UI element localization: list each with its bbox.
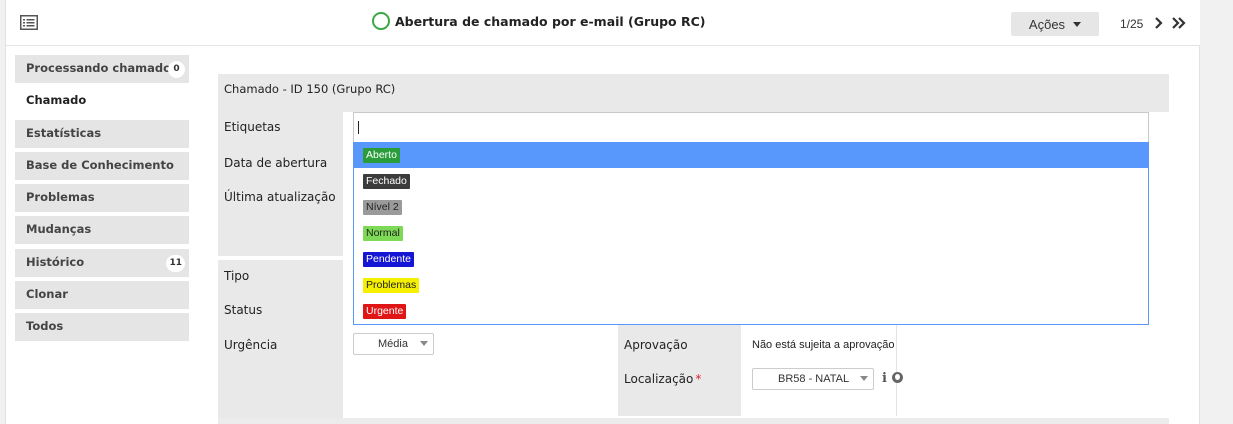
tag-chip: Urgente: [363, 304, 407, 319]
chevron-down-icon: [1073, 21, 1082, 27]
tags-label: Etiquetas: [224, 120, 281, 134]
chevron-down-icon: [420, 341, 428, 346]
tag-option[interactable]: Pendente: [354, 246, 1148, 272]
tag-chip: Pendente: [363, 252, 414, 267]
globe-icon[interactable]: [892, 372, 903, 383]
sidebar-item-label: Chamado: [26, 93, 87, 108]
tag-option[interactable]: Urgente: [354, 298, 1148, 324]
urgency-value: Média: [378, 338, 408, 350]
required-mark: *: [695, 372, 702, 386]
tag-chip: Problemas: [363, 278, 420, 293]
sidebar-item-historico[interactable]: Histórico 11: [15, 248, 189, 277]
count-badge: 0: [168, 61, 185, 78]
sidebar-item-clonar[interactable]: Clonar: [15, 281, 189, 310]
actions-label: Ações: [1028, 16, 1066, 32]
sidebar-item-label: Mudanças: [26, 222, 92, 237]
text-cursor: [358, 121, 359, 134]
sidebar-item-estatisticas[interactable]: Estatísticas: [15, 119, 189, 148]
right-strip: [1200, 0, 1233, 424]
opened-label: Data de abertura: [224, 156, 328, 170]
last-page-icon[interactable]: [1171, 16, 1187, 30]
next-icon[interactable]: [1154, 16, 1164, 30]
count-badge: 11: [166, 254, 185, 272]
status-circle-icon: [372, 12, 390, 30]
approval-label: Aprovação: [624, 338, 688, 352]
sidebar-item-label: Clonar: [26, 287, 68, 302]
tag-chip: Normal: [363, 226, 403, 241]
pager-text: 1/25: [1120, 17, 1144, 31]
location-label: Localização *: [624, 372, 701, 386]
sidebar-item-base-conhecimento[interactable]: Base de Conhecimento: [15, 151, 189, 180]
bottom-row: [218, 418, 1169, 424]
info-icon[interactable]: i: [882, 371, 887, 386]
tag-option[interactable]: Normal: [354, 220, 1148, 246]
tags-dropdown: Aberto Fechado Nível 2 Normal Pendente P…: [353, 142, 1149, 325]
urgency-select[interactable]: Média: [353, 333, 434, 355]
location-label-text: Localização: [624, 372, 694, 386]
sidebar-item-chamado[interactable]: Chamado: [15, 87, 189, 116]
type-label: Tipo: [224, 269, 250, 283]
location-select[interactable]: BR58 - NATAL: [752, 368, 874, 390]
tag-chip: Fechado: [363, 174, 410, 189]
section-header: Chamado - ID 150 (Grupo RC): [218, 74, 1169, 106]
location-value: BR58 - NATAL: [778, 373, 850, 385]
chevron-down-icon: [860, 376, 868, 381]
sidebar-item-problemas[interactable]: Problemas: [15, 184, 189, 213]
page-title: Abertura de chamado por e-mail (Grupo RC…: [395, 13, 706, 29]
sidebar-item-label: Base de Conhecimento: [26, 157, 174, 172]
ticket-main: Chamado - ID 150 (Grupo RC) Etiquetas Da…: [218, 74, 1169, 424]
sidebar-item-label: Problemas: [26, 190, 95, 205]
tag-option[interactable]: Nível 2: [354, 194, 1148, 220]
approval-value: Não está sujeita a aprovação: [752, 339, 895, 351]
sidebar-item-mudancas[interactable]: Mudanças: [15, 216, 189, 245]
ticket-title-wrap: Abertura de chamado por e-mail (Grupo RC…: [372, 12, 706, 30]
sidebar-item-label: Histórico: [26, 254, 85, 269]
tag-option[interactable]: Fechado: [354, 168, 1148, 194]
sidebar-item-label: Estatísticas: [26, 125, 102, 140]
divider: [896, 324, 897, 416]
sidebar: Processando chamado 0 Chamado Estatístic…: [15, 55, 189, 346]
page: Abertura de chamado por e-mail (Grupo RC…: [5, 0, 1201, 424]
sidebar-item-label: Todos: [26, 319, 64, 334]
sidebar-item-todos[interactable]: Todos: [15, 313, 189, 342]
tag-option[interactable]: Problemas: [354, 272, 1148, 298]
tag-chip: Nível 2: [363, 200, 402, 215]
status-label: Status: [224, 303, 263, 317]
sidebar-item-processando[interactable]: Processando chamado 0: [15, 55, 189, 83]
tag-option[interactable]: Aberto: [354, 142, 1148, 168]
list-icon[interactable]: [20, 15, 38, 30]
tags-input[interactable]: [353, 112, 1149, 142]
actions-button[interactable]: Ações: [1011, 12, 1099, 36]
sidebar-item-label: Processando chamado: [26, 61, 172, 75]
updated-label: Última atualização: [224, 190, 336, 204]
tag-chip: Aberto: [363, 148, 400, 163]
top-bar: Abertura de chamado por e-mail (Grupo RC…: [6, 0, 1201, 46]
urgency-label: Urgência: [224, 338, 278, 352]
